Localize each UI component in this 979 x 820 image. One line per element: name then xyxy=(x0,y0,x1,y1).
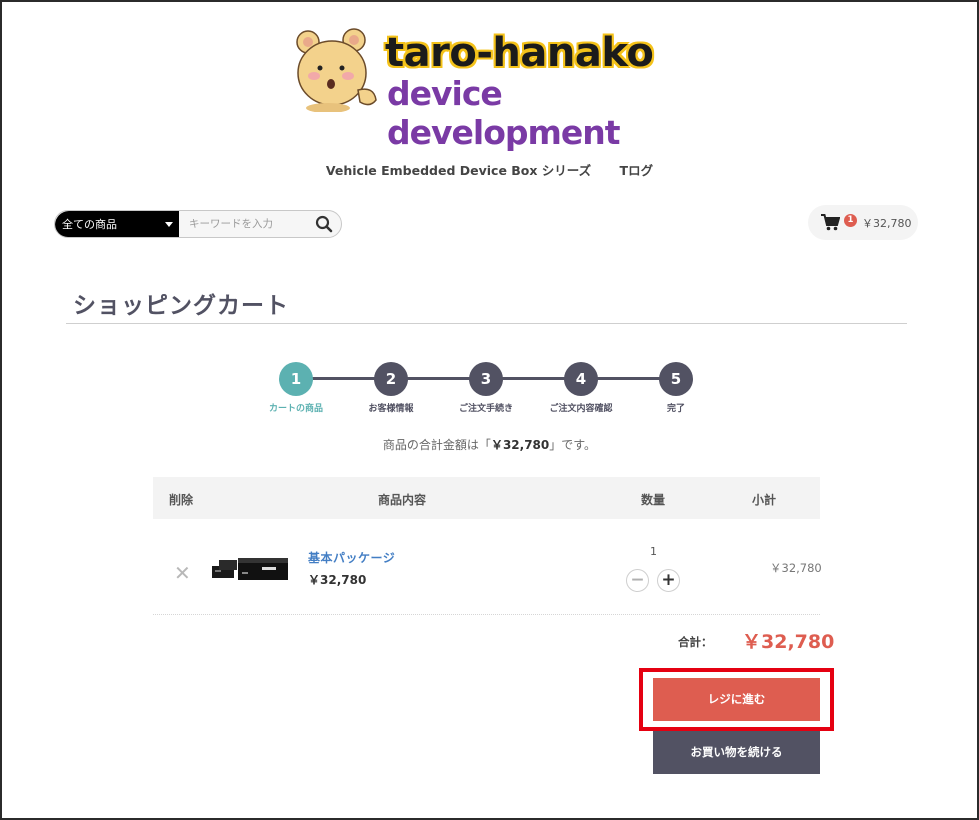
bear-mascot-icon xyxy=(296,28,377,112)
header-subtotal: 小計 xyxy=(752,493,777,507)
cart-summary-button[interactable]: 1 ￥32,780 xyxy=(808,205,918,240)
step-label: お客様情報 xyxy=(368,404,414,414)
step-label: ご注文内容確認 xyxy=(549,404,613,414)
step-label: ご注文手続き xyxy=(458,404,513,414)
table-row: ✕ 基本パッケージ ￥32,780 1 − + ￥32,780 xyxy=(153,519,822,615)
continue-shopping-button[interactable]: お買い物を続ける xyxy=(653,731,820,774)
step-cart-items: 1 カートの商品 xyxy=(246,362,346,414)
step-number: 1 xyxy=(279,362,313,396)
grand-total-value: ￥32,780 xyxy=(742,631,835,653)
cart-icon xyxy=(821,214,840,231)
cart-table-header: 削除 商品内容 数量 小計 xyxy=(153,477,820,519)
header-qty: 数量 xyxy=(641,493,666,507)
search-bar: 全ての商品 xyxy=(54,210,342,238)
title-divider xyxy=(66,323,907,324)
nav-item-tlog[interactable]: Tログ xyxy=(620,163,654,178)
category-nav: Vehicle Embedded Device Box シリーズ Tログ xyxy=(0,160,979,179)
step-order-procedure: 3 ご注文手続き xyxy=(436,362,536,414)
product-thumbnail[interactable] xyxy=(210,552,290,582)
step-number: 4 xyxy=(564,362,598,396)
category-select-value: 全ての商品 xyxy=(62,218,117,231)
cart-count-badge: 1 xyxy=(844,214,857,227)
step-order-confirm: 4 ご注文内容確認 xyxy=(531,362,631,414)
minus-icon: − xyxy=(630,570,645,590)
site-logo[interactable]: taro-hanako device development xyxy=(290,28,690,152)
step-customer-info: 2 お客様情報 xyxy=(341,362,441,414)
plus-icon: + xyxy=(661,570,676,590)
product-name-link[interactable]: 基本パッケージ xyxy=(308,549,395,566)
header-content: 商品内容 xyxy=(378,493,427,507)
checkout-button[interactable]: レジに進む xyxy=(653,678,820,721)
total-message-amount: ￥32,780 xyxy=(490,438,550,452)
grand-total-label: 合計： xyxy=(678,635,713,649)
total-message-suffix: 」です。 xyxy=(549,438,597,452)
category-select[interactable]: 全ての商品 xyxy=(55,211,179,237)
step-number: 5 xyxy=(659,362,693,396)
step-number: 3 xyxy=(469,362,503,396)
cart-total: ￥32,780 xyxy=(862,217,912,230)
header-delete: 削除 xyxy=(169,493,194,507)
logo-text-primary: taro-hanako xyxy=(385,30,654,76)
quantity-value: 1 xyxy=(650,545,657,558)
logo-text-secondary: device development xyxy=(387,74,621,152)
quantity-increase-button[interactable]: + xyxy=(657,569,680,592)
caret-down-icon xyxy=(165,222,173,227)
search-input[interactable] xyxy=(181,211,311,237)
step-number: 2 xyxy=(374,362,408,396)
step-complete: 5 完了 xyxy=(626,362,726,414)
delete-icon[interactable]: ✕ xyxy=(174,561,191,585)
product-price: ￥32,780 xyxy=(308,573,367,587)
cart-total-message: 商品の合計金額は「￥32,780」です。 xyxy=(0,436,979,453)
search-icon[interactable] xyxy=(315,215,333,233)
quantity-decrease-button[interactable]: − xyxy=(626,569,649,592)
nav-item-vehicle-device-box[interactable]: Vehicle Embedded Device Box シリーズ xyxy=(326,163,591,178)
page-title: ショッピングカート xyxy=(73,293,289,319)
step-label: カートの商品 xyxy=(268,404,323,414)
step-label: 完了 xyxy=(666,404,685,414)
row-subtotal: ￥32,780 xyxy=(770,561,822,575)
total-message-prefix: 商品の合計金額は「 xyxy=(382,438,491,452)
